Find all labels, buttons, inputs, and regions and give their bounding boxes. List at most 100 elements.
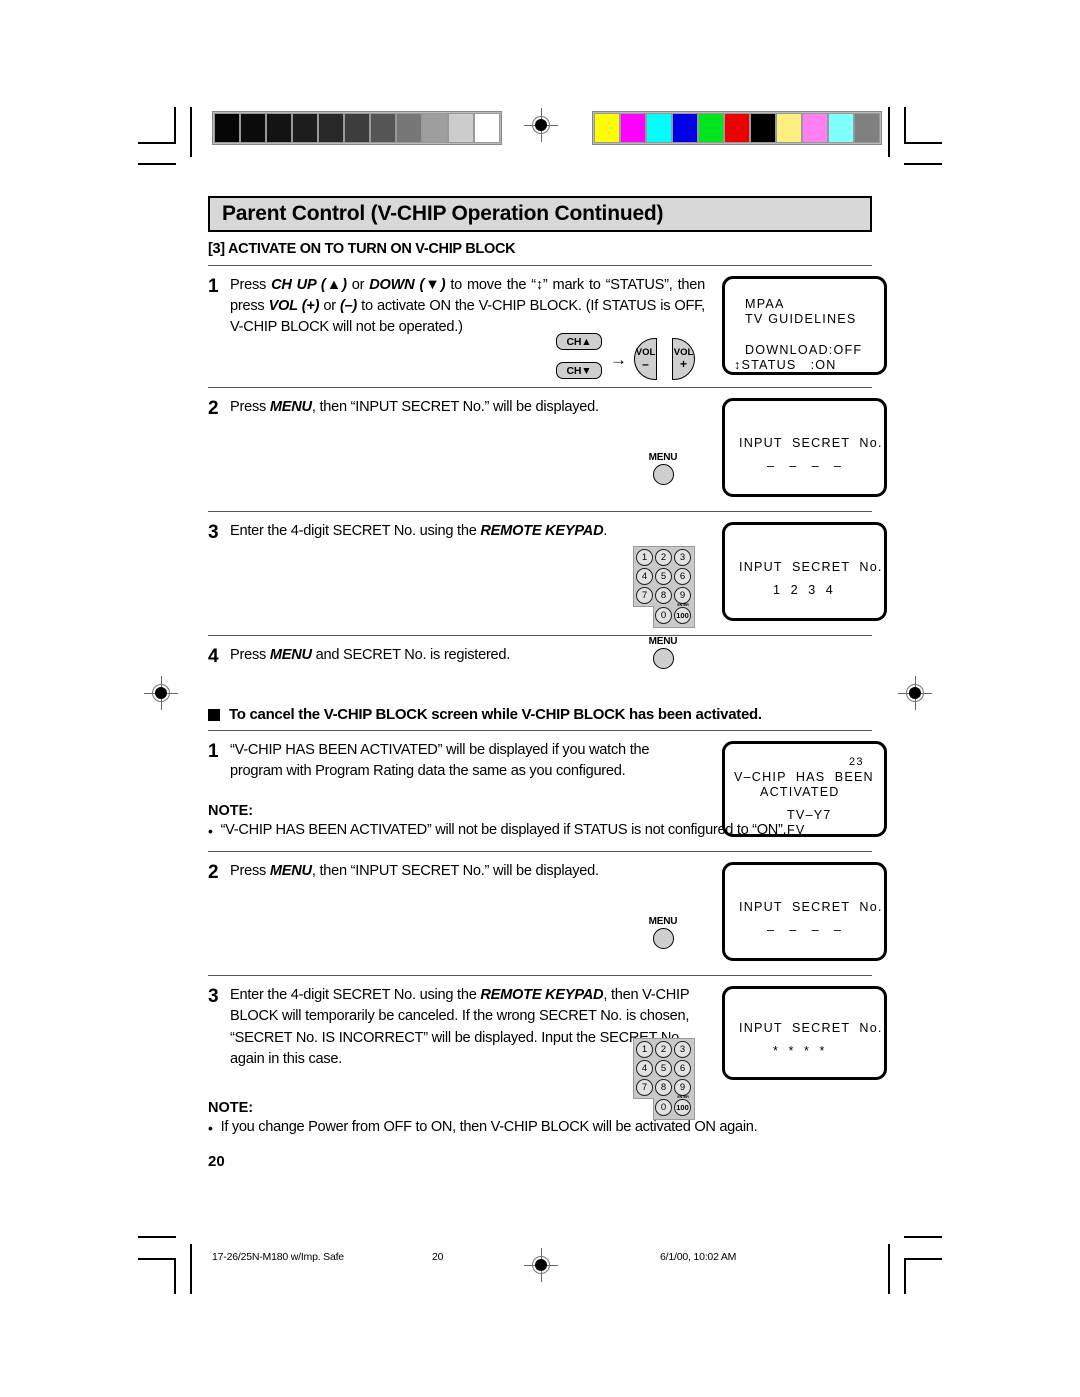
keypad-notch [633, 606, 654, 628]
input-secret-blank-screen: INPUT SECRET No. – – – – [722, 398, 887, 497]
mpaa-status-screen: MPAA TV GUIDELINES DOWNLOAD:OFF ↕STATUS … [722, 276, 887, 375]
color-swatch-3 [672, 113, 698, 143]
osd-line: V–CHIP HAS BEEN [734, 770, 874, 784]
page-title-bar: Parent Control (V-CHIP Operation Continu… [208, 196, 872, 232]
menu-button[interactable]: MENU [640, 452, 686, 485]
registration-target-left [144, 676, 178, 710]
keypad-key-2[interactable]: 2 [655, 549, 672, 566]
keypad-key-8[interactable]: 8 [655, 587, 672, 604]
color-calibration-bar [592, 111, 882, 145]
color-swatch-6 [750, 113, 776, 143]
cancel-step-2: 2 Press MENU, then “INPUT SECRET No.” wi… [208, 852, 887, 964]
text-run: Press [230, 399, 270, 415]
gray-swatch-6 [370, 113, 396, 143]
menu-button-circle[interactable] [652, 648, 674, 669]
note-label: NOTE: [208, 1100, 254, 1117]
grayscale-calibration-bar [212, 111, 502, 145]
color-swatch-0 [594, 113, 620, 143]
text-run: Enter the 4-digit SECRET No. using the [230, 987, 481, 1004]
footer-timestamp: 6/1/00, 10:02 AM [660, 1251, 737, 1263]
crop-mark-top-left-v [174, 107, 176, 143]
crop-mark-bottom-left-v [174, 1258, 176, 1294]
ch-up-button[interactable]: CH▲ [556, 333, 602, 350]
step-text: Press MENU, then “INPUT SECRET No.” will… [230, 861, 705, 882]
registration-target-bottom [524, 1248, 558, 1282]
keypad-key-100[interactable]: 100 [674, 607, 691, 624]
text-run: CH UP (▲) [271, 277, 347, 293]
manual-page-content: Parent Control (V-CHIP Operation Continu… [208, 196, 887, 1171]
step-text: “V-CHIP HAS BEEN ACTIVATED” will be disp… [230, 742, 650, 780]
keypad-key-4[interactable]: 4 [636, 568, 653, 585]
osd-line: DOWNLOAD:OFF [745, 343, 863, 357]
menu-button[interactable]: MENU [640, 916, 686, 950]
keypad-key-9[interactable]: 9 [674, 587, 691, 604]
note-text: “V-CHIP HAS BEEN ACTIVATED” will not be … [220, 822, 787, 838]
color-swatch-1 [620, 113, 646, 143]
menu-button[interactable]: MENU [640, 636, 686, 669]
text-run: or [346, 277, 370, 293]
keypad-key-6[interactable]: 6 [674, 568, 691, 585]
keypad-key-5[interactable]: 5 [655, 568, 672, 585]
text-run: Press [230, 277, 272, 293]
text-run: Press [230, 863, 270, 880]
gray-swatch-7 [396, 113, 422, 143]
remote-keypad[interactable]: 1 2 3 4 5 6 7 8 9 ENTER 0 100 [633, 546, 695, 628]
page-number: 20 [208, 1153, 225, 1171]
step-number: 2 [208, 398, 219, 419]
gray-swatch-4 [318, 113, 344, 143]
crop-mark-top-right-v2 [888, 107, 890, 157]
step-number: 4 [208, 646, 219, 667]
osd-line: INPUT SECRET No. [739, 1021, 883, 1036]
note-item: • “V-CHIP HAS BEEN ACTIVATED” will not b… [208, 822, 872, 840]
step-number: 1 [208, 741, 219, 762]
menu-button-label: MENU [648, 636, 678, 647]
gray-swatch-0 [214, 113, 240, 143]
text-run: (–) [339, 298, 358, 315]
ch-down-button[interactable]: CH▼ [556, 362, 602, 379]
footer-document-name: 17-26/25N-M180 w/Imp. Safe [212, 1251, 344, 1263]
keypad-key-3[interactable]: 3 [674, 549, 691, 566]
step-3: 3 Enter the 4-digit SECRET No. using the… [208, 512, 887, 628]
input-secret-1234-screen: INPUT SECRET No. 1 2 3 4 [722, 522, 887, 621]
input-secret-masked-screen: INPUT SECRET No. * * * * [722, 986, 887, 1081]
input-secret-blank-screen-2: INPUT SECRET No. – – – – [722, 862, 887, 962]
footer-page-number: 20 [432, 1251, 444, 1263]
text-run: MENU [269, 399, 312, 415]
vol-minus-button[interactable]: VOL – [634, 338, 657, 380]
vol-plus-button[interactable]: VOL + [672, 338, 695, 380]
registration-target-right [898, 676, 932, 710]
text-run: MENU [269, 647, 312, 663]
text-run: VOL (+) [268, 298, 320, 315]
osd-line: 1 2 3 4 [773, 583, 835, 597]
text-run: , then “INPUT SECRET No.” will be displa… [311, 863, 599, 880]
menu-button-label: MENU [648, 916, 678, 928]
cancel-block-heading: To cancel the V-CHIP BLOCK screen while … [208, 706, 872, 723]
text-run: REMOTE KEYPAD [480, 987, 604, 1004]
keypad-key-7[interactable]: 7 [636, 587, 653, 604]
menu-button-circle[interactable] [652, 464, 674, 485]
step-number: 2 [208, 862, 219, 884]
gray-swatch-10 [474, 113, 500, 143]
bullet-icon: • [208, 823, 213, 839]
arrow-right-icon: → [610, 350, 627, 369]
vol-plus-sign: + [679, 356, 687, 371]
gray-swatch-8 [422, 113, 448, 143]
crop-mark-bottom-right-v2 [888, 1244, 890, 1294]
osd-line: INPUT SECRET No. [739, 560, 883, 574]
osd-line: – – – – [767, 459, 843, 473]
cancel-block-heading-text: To cancel the V-CHIP BLOCK screen while … [229, 706, 762, 723]
color-swatch-8 [802, 113, 828, 143]
color-swatch-5 [724, 113, 750, 143]
keypad-key-0[interactable]: 0 [655, 607, 672, 624]
menu-button-label: MENU [648, 452, 678, 463]
crop-mark-top-left-h2 [138, 163, 176, 165]
bullet-icon: • [208, 1120, 213, 1137]
crop-mark-top-right-h [904, 142, 942, 144]
color-swatch-9 [828, 113, 854, 143]
menu-button-circle[interactable] [652, 928, 674, 950]
cancel-step-1: 1 “V-CHIP HAS BEEN ACTIVATED” will be di… [208, 731, 887, 837]
square-bullet-icon [208, 708, 220, 721]
keypad-key-1[interactable]: 1 [636, 549, 653, 566]
osd-line: INPUT SECRET No. [739, 900, 883, 915]
registration-target-top [524, 108, 558, 142]
